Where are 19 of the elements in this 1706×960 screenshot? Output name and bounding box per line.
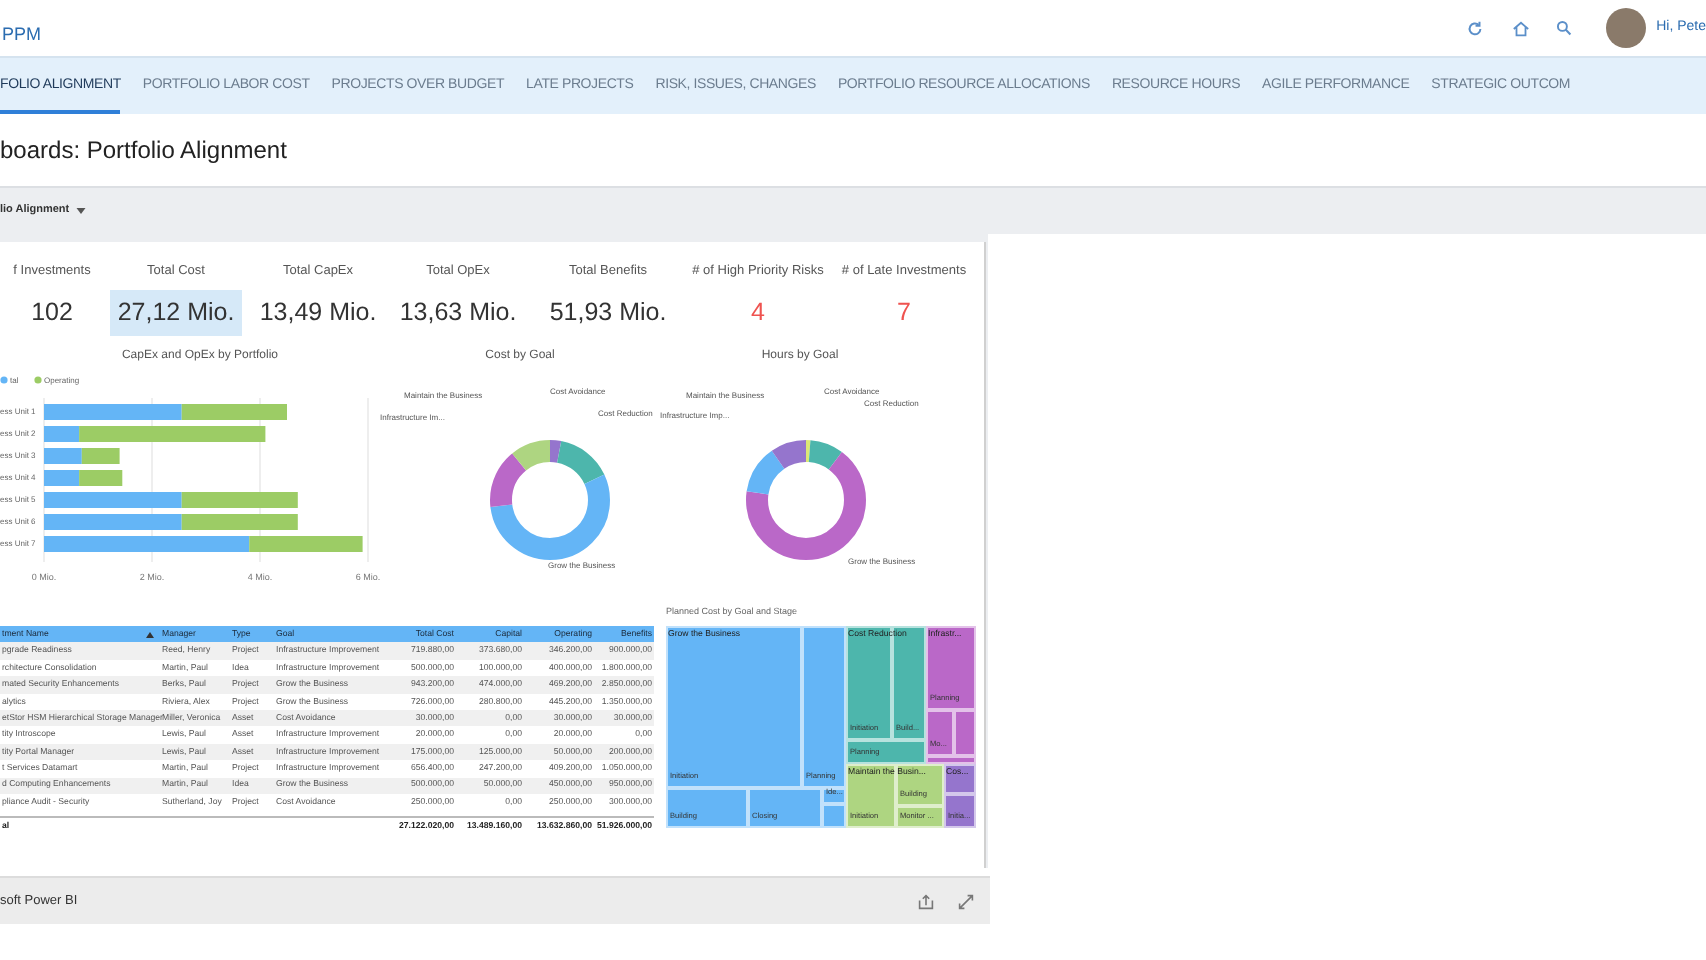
caret-icon [75,208,86,214]
share-icon[interactable] [918,893,934,909]
search-icon[interactable] [1556,20,1573,36]
kpi-value: 7 [895,295,913,330]
expand-icon[interactable] [958,893,974,909]
donut-chart [490,440,610,560]
page-title: boards: Portfolio Alignment [0,134,289,168]
refresh-icon[interactable] [1466,19,1485,37]
donut-chart [746,440,866,560]
kpi-value: 51,93 Mio. [547,295,669,330]
avatar[interactable] [1606,8,1647,48]
kpi-value: 13,63 Mio. [397,295,519,330]
kpi-value: 4 [749,295,767,330]
kpi-value: 27,12 Mio. [109,289,243,335]
kpi-value: 13,49 Mio. [257,295,379,330]
app-title: PPM [0,22,42,49]
home-icon[interactable] [1512,19,1531,37]
kpi-value: 102 [29,295,75,330]
sort-icon [146,631,154,638]
